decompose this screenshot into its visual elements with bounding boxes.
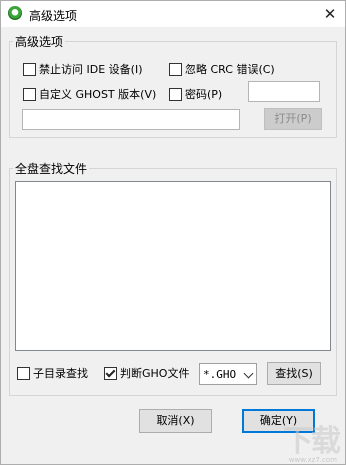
subdir-search-checkbox[interactable]: 子目录查找 xyxy=(17,365,88,381)
watermark-logo: 下载 xyxy=(283,424,341,459)
close-icon[interactable]: ✕ xyxy=(315,1,345,27)
chevron-down-icon xyxy=(243,368,254,379)
checkbox-box[interactable] xyxy=(23,87,36,101)
checkbox-box[interactable] xyxy=(104,366,117,380)
cancel-button[interactable]: 取消(X) xyxy=(139,409,212,433)
disable-ide-label: 禁止访问 IDE 设备(I) xyxy=(39,63,143,76)
judge-gho-label: 判断GHO文件 xyxy=(120,367,190,380)
ignore-crc-label: 忽略 CRC 错误(C) xyxy=(185,63,275,76)
disable-ide-checkbox[interactable]: 禁止访问 IDE 设备(I) xyxy=(23,61,143,77)
watermark-url: www.xz7.com xyxy=(288,456,337,464)
window-title: 高级选项 xyxy=(29,9,78,23)
disk-search-label: 全盘查找文件 xyxy=(13,160,90,177)
file-filter-select[interactable]: *.GHO xyxy=(199,363,257,385)
file-filter-value: *.GHO xyxy=(203,368,237,381)
ghost-path-field[interactable] xyxy=(22,109,240,130)
search-results-list[interactable] xyxy=(15,181,331,351)
password-checkbox[interactable]: 密码(P) xyxy=(169,86,222,102)
checkbox-box[interactable] xyxy=(23,62,36,76)
advanced-options-dialog: 高级选项 ✕ 高级选项 禁止访问 IDE 设备(I) 忽略 CRC 错误(C) … xyxy=(0,0,346,465)
password-label: 密码(P) xyxy=(185,88,223,101)
title-bar: 高级选项 ✕ xyxy=(1,1,345,27)
advanced-options-label: 高级选项 xyxy=(13,33,66,50)
custom-ghost-label: 自定义 GHOST 版本(V) xyxy=(39,88,157,101)
checkbox-box[interactable] xyxy=(17,366,30,380)
open-button[interactable]: 打开(P) xyxy=(264,108,322,130)
checkbox-box[interactable] xyxy=(169,87,182,101)
search-button[interactable]: 查找(S) xyxy=(267,362,321,385)
ignore-crc-checkbox[interactable]: 忽略 CRC 错误(C) xyxy=(169,61,275,77)
app-icon xyxy=(8,6,22,20)
subdir-search-label: 子目录查找 xyxy=(33,367,88,380)
judge-gho-checkbox[interactable]: 判断GHO文件 xyxy=(104,365,189,381)
custom-ghost-version-checkbox[interactable]: 自定义 GHOST 版本(V) xyxy=(23,86,156,102)
checkbox-box[interactable] xyxy=(169,62,182,76)
password-field[interactable] xyxy=(248,81,320,102)
